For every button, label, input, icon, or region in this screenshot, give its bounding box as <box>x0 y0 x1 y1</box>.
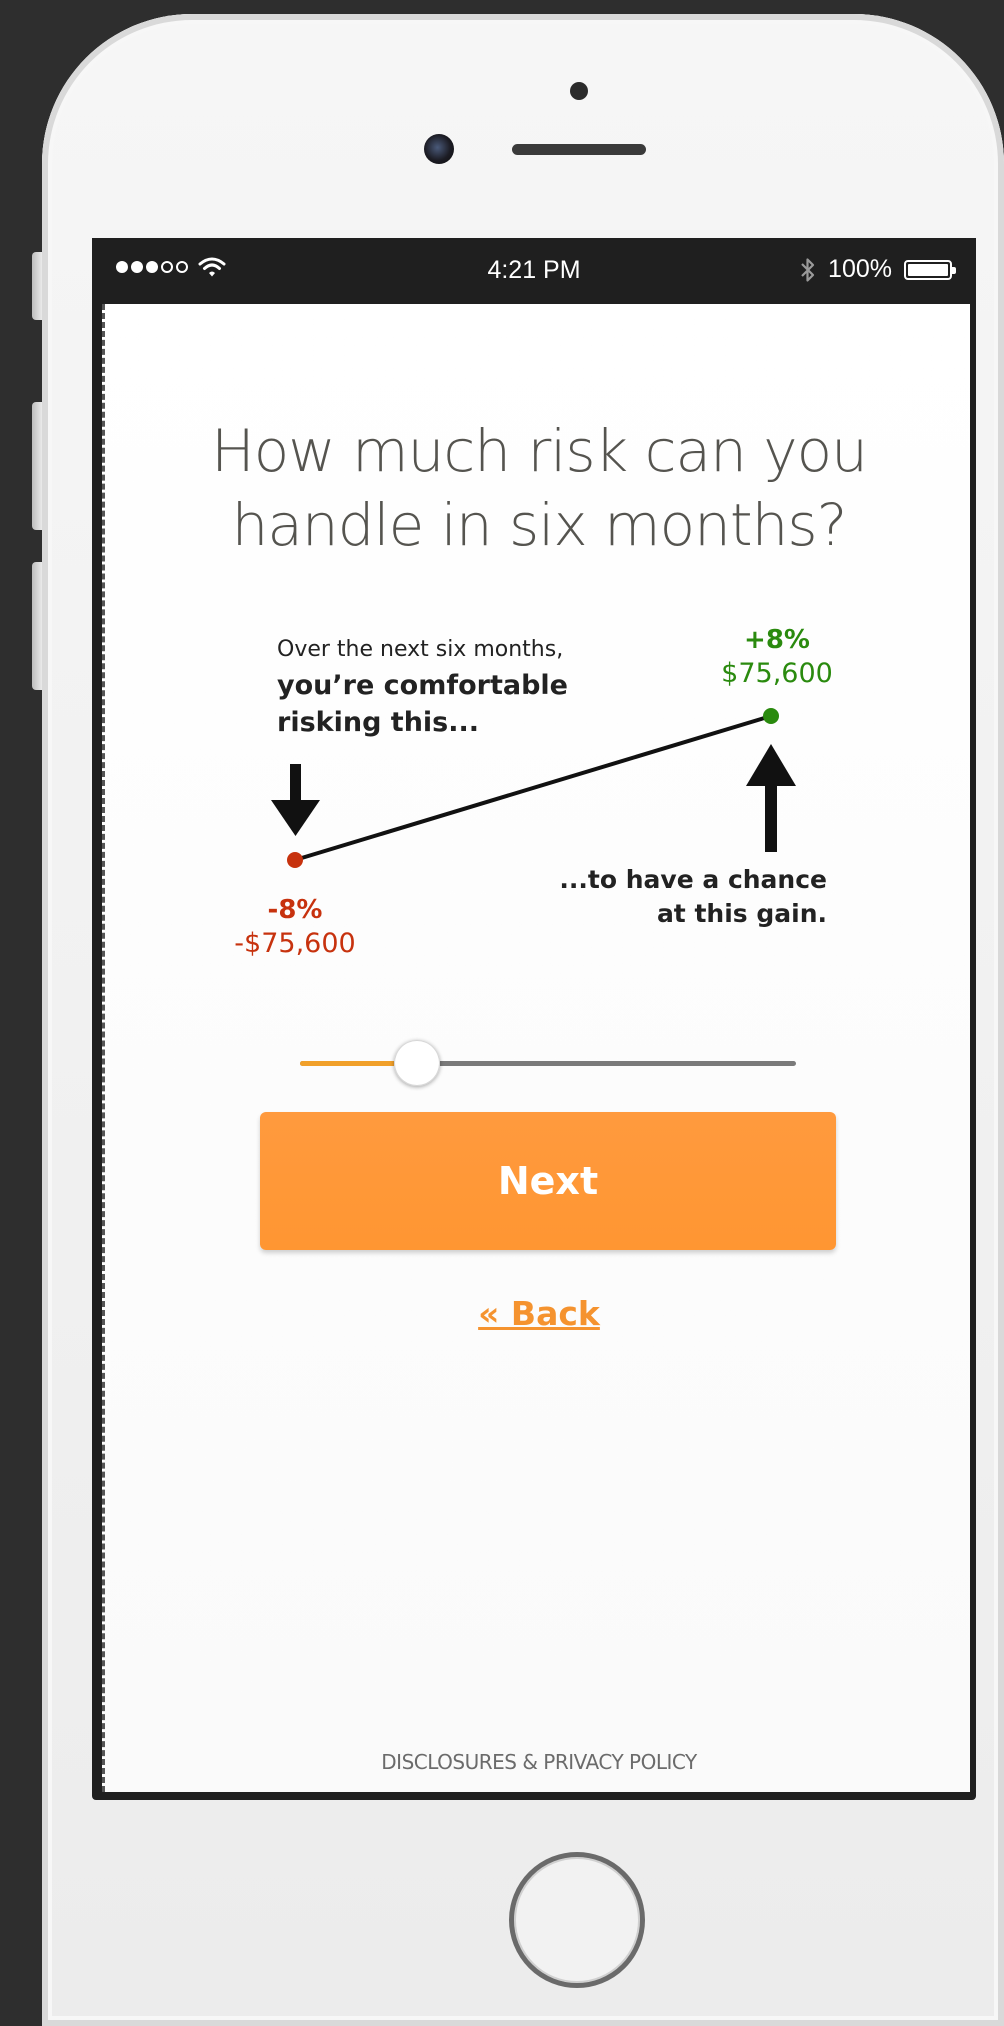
device-stage: 4:21 PM 100% How much risk can you handl… <box>0 0 1004 2026</box>
loss-point <box>287 852 303 868</box>
gain-percent: +8% <box>744 625 810 655</box>
bluetooth-icon <box>801 257 815 282</box>
loss-percent: -8% <box>268 895 323 925</box>
diagram-intro-line-2: you’re comfortable <box>277 670 568 701</box>
diagram-intro-line-1: Over the next six months, <box>277 637 563 662</box>
status-right-group: 100% <box>800 255 956 284</box>
battery-icon <box>904 259 956 280</box>
down-arrow-icon <box>271 764 320 836</box>
diagram-intro-line-3: risking this... <box>277 707 479 738</box>
gain-amount: $75,600 <box>721 658 833 689</box>
slider-thumb[interactable] <box>394 1040 440 1086</box>
gain-label-line-2: at this gain. <box>657 899 827 928</box>
proximity-sensor <box>570 82 588 100</box>
risk-slider[interactable] <box>300 1034 796 1094</box>
loss-amount: -$75,600 <box>234 928 355 959</box>
earpiece-speaker <box>512 144 646 155</box>
volume-down-button <box>32 562 42 690</box>
silent-switch <box>32 252 42 320</box>
front-camera-icon <box>424 134 454 164</box>
gain-point <box>763 708 779 724</box>
phone-screen: 4:21 PM 100% How much risk can you handl… <box>92 238 976 1800</box>
status-bar: 4:21 PM 100% <box>92 238 976 304</box>
gain-label-line-1: ...to have a chance <box>559 865 827 894</box>
battery-percent: 100% <box>828 255 892 283</box>
next-button[interactable]: Next <box>260 1112 836 1250</box>
app-content: How much risk can you handle in six mont… <box>102 304 970 1792</box>
risk-gain-diagram: Over the next six months, you’re comfort… <box>234 625 833 959</box>
back-link[interactable]: « Back <box>105 1294 970 1333</box>
disclosures-privacy-link[interactable]: DISCLOSURES & PRIVACY POLICY <box>105 1750 970 1774</box>
volume-up-button <box>32 402 42 530</box>
home-button[interactable] <box>509 1852 645 1988</box>
up-arrow-icon <box>746 744 796 852</box>
